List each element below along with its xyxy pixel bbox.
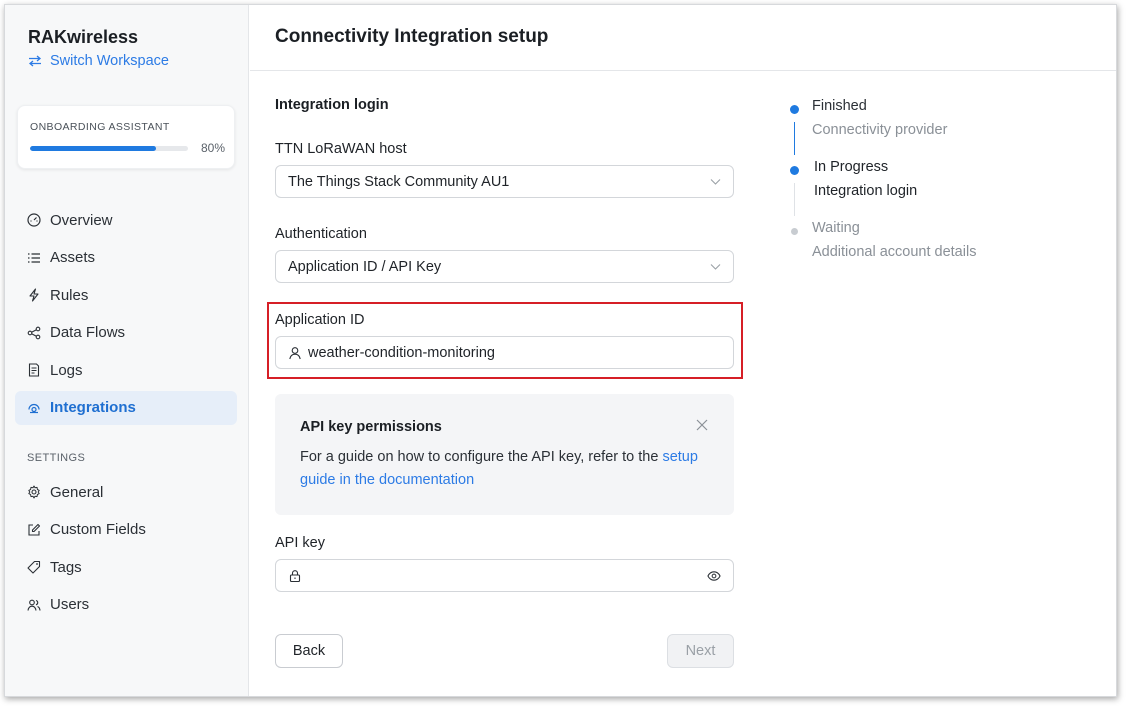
sidebar-item-logs[interactable]: Logs bbox=[15, 353, 237, 387]
callout-title: API key permissions bbox=[300, 419, 442, 435]
api-key-label: API key bbox=[275, 535, 325, 551]
lock-icon bbox=[289, 569, 301, 582]
api-key-permissions-callout: API key permissions For a guide on how t… bbox=[275, 394, 734, 515]
sidebar-item-overview[interactable]: Overview bbox=[15, 203, 237, 237]
step-status: Finished bbox=[812, 98, 867, 114]
application-id-input[interactable]: weather-condition-monitoring bbox=[275, 336, 734, 369]
step-dot bbox=[791, 228, 798, 235]
eye-icon[interactable] bbox=[707, 569, 721, 583]
step-name: Additional account details bbox=[812, 244, 977, 260]
app-window: RAKwireless Switch Workspace ONBOARDING … bbox=[4, 4, 1117, 697]
page-title: Connectivity Integration setup bbox=[275, 26, 549, 47]
switch-workspace-label: Switch Workspace bbox=[50, 53, 169, 69]
step-dot bbox=[790, 166, 799, 175]
settings-nav: General Custom Fields Tags Users bbox=[15, 475, 237, 625]
section-title: Integration login bbox=[275, 97, 389, 113]
auth-label: Authentication bbox=[275, 226, 367, 242]
step-name: Integration login bbox=[814, 183, 918, 199]
sidebar-item-users[interactable]: Users bbox=[15, 588, 237, 622]
sidebar-item-label: Tags bbox=[50, 558, 82, 576]
sidebar-item-label: Logs bbox=[50, 361, 83, 379]
step-status: In Progress bbox=[814, 159, 889, 175]
callout-body: For a guide on how to configure the API … bbox=[300, 446, 710, 492]
onboarding-progress-fill bbox=[30, 146, 157, 151]
sidebar-item-custom-fields[interactable]: Custom Fields bbox=[15, 513, 237, 547]
sidebar-item-label: Integrations bbox=[50, 399, 136, 416]
application-id-value: weather-condition-monitoring bbox=[308, 344, 495, 361]
sidebar-item-general[interactable]: General bbox=[15, 475, 237, 509]
list-icon bbox=[28, 252, 40, 263]
sidebar-item-label: Custom Fields bbox=[50, 521, 146, 538]
integrations-icon bbox=[28, 403, 40, 413]
tag-icon bbox=[27, 560, 41, 574]
sidebar-item-label: Rules bbox=[50, 286, 89, 304]
step-name: Connectivity provider bbox=[812, 122, 948, 138]
lightning-icon bbox=[29, 288, 39, 302]
next-button[interactable]: Next bbox=[667, 634, 734, 668]
callout-text: For a guide on how to configure the API … bbox=[300, 449, 659, 465]
sidebar-item-label: Users bbox=[50, 596, 90, 613]
onboarding-assistant-card[interactable]: ONBOARDING ASSISTANT 80% bbox=[17, 105, 235, 169]
sidebar-item-label: Data Flows bbox=[50, 324, 126, 341]
users-icon bbox=[27, 599, 41, 611]
sidebar-item-assets[interactable]: Assets bbox=[15, 241, 237, 275]
host-select-value: The Things Stack Community AU1 bbox=[288, 173, 510, 190]
step-dot bbox=[790, 105, 799, 114]
onboarding-progress-bar bbox=[30, 146, 188, 151]
switch-arrows-icon bbox=[28, 55, 42, 67]
api-key-input[interactable] bbox=[275, 559, 734, 592]
settings-heading: SETTINGS bbox=[27, 452, 86, 464]
chevron-down-icon bbox=[710, 264, 721, 270]
chevron-down-icon bbox=[710, 179, 721, 185]
gauge-icon bbox=[27, 213, 41, 227]
sidebar: RAKwireless Switch Workspace ONBOARDING … bbox=[5, 5, 249, 696]
sidebar-item-label: Overview bbox=[50, 211, 113, 229]
sidebar-item-integrations[interactable]: Integrations bbox=[15, 390, 237, 425]
host-select[interactable]: The Things Stack Community AU1 bbox=[275, 165, 734, 198]
app-id-label: Application ID bbox=[275, 312, 365, 328]
step-status: Waiting bbox=[812, 220, 860, 236]
sidebar-item-rules[interactable]: Rules bbox=[15, 278, 237, 312]
gear-icon bbox=[28, 485, 40, 499]
onboarding-label: ONBOARDING ASSISTANT bbox=[30, 121, 170, 133]
auth-select-value: Application ID / API Key bbox=[288, 258, 442, 275]
edit-icon bbox=[28, 523, 41, 536]
user-icon bbox=[289, 346, 301, 359]
step-connector bbox=[794, 183, 795, 216]
share-icon bbox=[27, 326, 41, 339]
onboarding-progress-text: 80% bbox=[200, 141, 225, 155]
step-connector bbox=[794, 122, 795, 155]
brand-name: RAKwireless bbox=[28, 27, 139, 47]
switch-workspace-link[interactable]: Switch Workspace bbox=[28, 53, 169, 69]
main-nav: Overview Assets Rules Data Flows Logs In… bbox=[15, 203, 237, 428]
host-label: TTN LoRaWAN host bbox=[275, 141, 407, 157]
log-file-icon bbox=[28, 363, 40, 377]
sidebar-item-data-flows[interactable]: Data Flows bbox=[15, 316, 237, 350]
auth-select[interactable]: Application ID / API Key bbox=[275, 250, 734, 283]
sidebar-item-tags[interactable]: Tags bbox=[15, 550, 237, 584]
close-icon[interactable] bbox=[696, 419, 708, 431]
back-button[interactable]: Back bbox=[275, 634, 343, 668]
main-content: Connectivity Integration setup Integrati… bbox=[250, 5, 1116, 696]
sidebar-item-label: Assets bbox=[50, 249, 96, 266]
sidebar-item-label: General bbox=[50, 483, 104, 501]
